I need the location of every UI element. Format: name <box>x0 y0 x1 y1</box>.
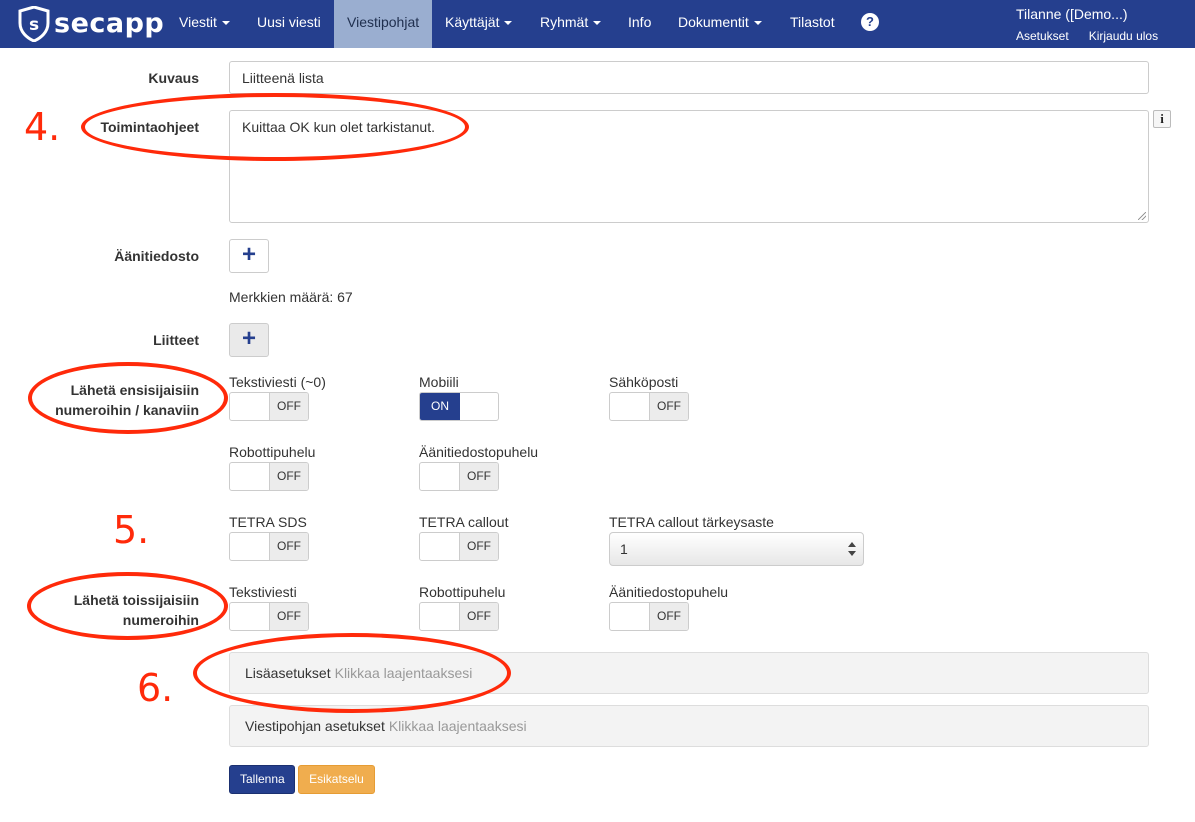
nav-dokumentit[interactable]: Dokumentit <box>665 0 775 48</box>
nav-tilastot[interactable]: Tilastot <box>777 0 848 48</box>
secondary-audio-call-toggle-label: Äänitiedostopuhelu <box>609 584 729 600</box>
email-toggle[interactable]: OFF <box>609 392 689 421</box>
annotation-ellipse-secondary <box>27 572 228 640</box>
brand-name: secapp <box>54 8 165 39</box>
settings-link[interactable]: Asetukset <box>1016 29 1069 43</box>
logout-link[interactable]: Kirjaudu ulos <box>1089 29 1158 43</box>
resize-grip-icon[interactable] <box>1138 212 1146 220</box>
secondary-robocall-toggle[interactable]: OFF <box>419 602 499 631</box>
audio-call-toggle[interactable]: OFF <box>419 462 499 491</box>
nav-viestipohjat[interactable]: Viestipohjat <box>334 0 432 48</box>
annotation-number-6: 6. <box>137 666 174 710</box>
save-button[interactable]: Tallenna <box>229 765 295 794</box>
mobile-toggle-label: Mobiili <box>419 374 459 390</box>
select-arrows-icon <box>848 542 856 556</box>
add-audio-file-button[interactable]: + <box>229 239 269 273</box>
top-navbar: s secapp Viestit Uusi viesti Viestipohja… <box>0 0 1195 48</box>
char-count: Merkkien määrä: 67 <box>229 289 353 305</box>
sms-toggle-label: Tekstiviesti (~0) <box>229 374 326 390</box>
secondary-robocall-toggle-label: Robottipuhelu <box>419 584 506 600</box>
annotation-ellipse-instructions <box>81 93 469 161</box>
tetra-priority-label: TETRA callout tärkeysaste <box>609 514 774 530</box>
tetra-sds-toggle[interactable]: OFF <box>229 532 309 561</box>
caret-down-icon <box>504 21 513 26</box>
annotation-ellipse-primary <box>28 362 228 434</box>
caret-down-icon <box>593 21 602 26</box>
preview-button[interactable]: Esikatselu <box>298 765 375 794</box>
nav-viestit[interactable]: Viestit <box>166 0 243 48</box>
annotation-ellipse-additional-settings <box>193 633 511 713</box>
tetra-callout-toggle-label: TETRA callout <box>419 514 509 530</box>
sms-toggle[interactable]: OFF <box>229 392 309 421</box>
description-label: Kuvaus <box>148 70 199 86</box>
audio-file-label: Äänitiedosto <box>114 248 199 264</box>
info-icon[interactable]: i <box>1153 110 1171 128</box>
nav-uusi-viesti[interactable]: Uusi viesti <box>244 0 334 48</box>
tetra-callout-toggle[interactable]: OFF <box>419 532 499 561</box>
description-input[interactable] <box>229 61 1149 94</box>
user-menu: Tilanne ([Demo...) Asetukset Kirjaudu ulo… <box>1016 5 1195 43</box>
brand-logo[interactable]: s secapp <box>18 6 164 42</box>
tetra-priority-select[interactable]: 1 <box>609 532 864 566</box>
nav-ryhmat[interactable]: Ryhmät <box>527 0 614 48</box>
mobile-toggle[interactable]: ON <box>419 392 499 421</box>
robocall-toggle-label: Robottipuhelu <box>229 444 316 460</box>
secondary-audio-call-toggle[interactable]: OFF <box>609 602 689 631</box>
attachments-label: Liitteet <box>153 332 199 348</box>
secondary-sms-toggle-label: Tekstiviesti <box>229 584 297 600</box>
svg-text:s: s <box>29 15 39 35</box>
secondary-sms-toggle[interactable]: OFF <box>229 602 309 631</box>
user-name[interactable]: Tilanne ([Demo...) <box>1016 5 1195 23</box>
robocall-toggle[interactable]: OFF <box>229 462 309 491</box>
shield-logo-icon: s <box>18 6 50 42</box>
tetra-sds-toggle-label: TETRA SDS <box>229 514 307 530</box>
annotation-number-5: 5. <box>113 508 150 552</box>
email-toggle-label: Sähköposti <box>609 374 679 390</box>
help-icon[interactable]: ? <box>861 13 879 31</box>
annotation-number-4: 4. <box>24 105 61 149</box>
nav-info[interactable]: Info <box>615 0 664 48</box>
audio-call-toggle-label: Äänitiedostopuhelu <box>419 444 539 460</box>
add-attachment-button[interactable]: + <box>229 323 269 357</box>
nav-kayttajat[interactable]: Käyttäjät <box>432 0 525 48</box>
caret-down-icon <box>221 21 230 26</box>
caret-down-icon <box>753 21 762 26</box>
